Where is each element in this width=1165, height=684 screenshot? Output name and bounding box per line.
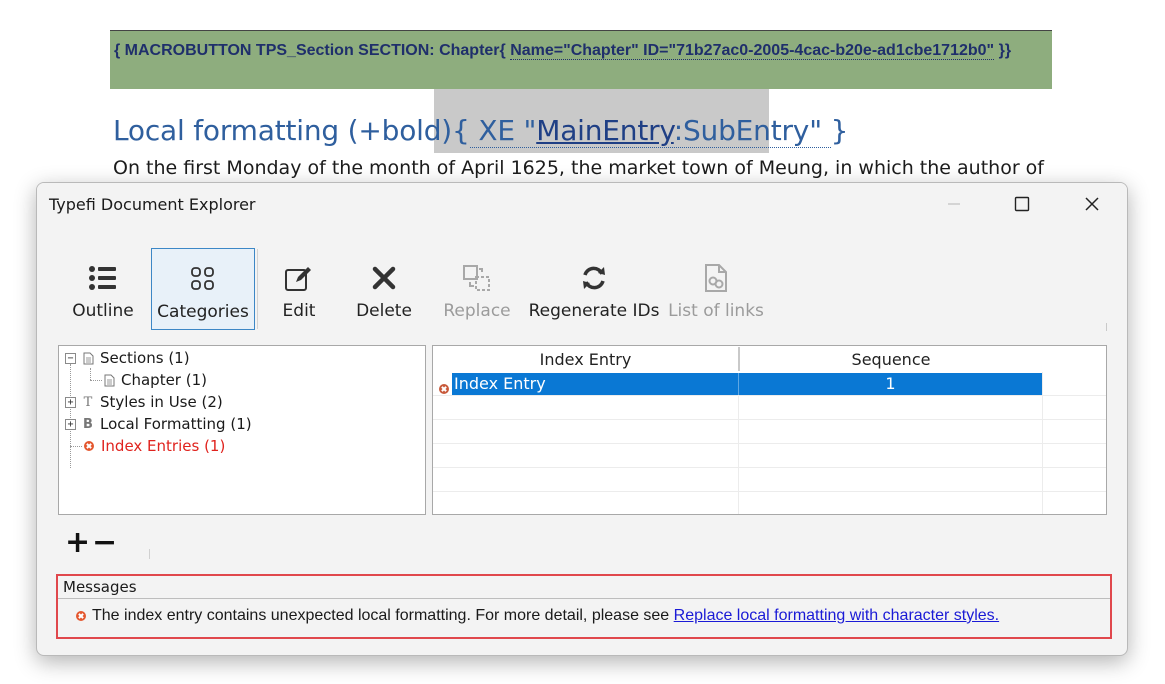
edit-label: Edit xyxy=(282,301,316,321)
help-link[interactable]: Replace local formatting with character … xyxy=(674,607,999,624)
tree-item-chapter[interactable]: Chapter (1) xyxy=(102,369,207,391)
categories-button[interactable]: Categories xyxy=(151,248,255,330)
outline-button[interactable]: Outline xyxy=(70,248,136,330)
table-row[interactable]: Index Entry 1 xyxy=(433,372,1106,396)
minimize-button[interactable] xyxy=(919,183,989,225)
xe-field[interactable]: XE "MainEntry:SubEntry" xyxy=(469,114,831,148)
message-line: The index entry contains unexpected loca… xyxy=(76,607,999,625)
bold-icon: B xyxy=(83,416,93,432)
categories-label: Categories xyxy=(157,302,249,322)
toolbar-resize-grip xyxy=(1106,323,1107,331)
document-paragraph: On the first Monday of the month of Apri… xyxy=(113,157,1044,179)
main-entry-text: MainEntry xyxy=(536,114,674,147)
tree-item-styles[interactable]: + T Styles in Use (2) xyxy=(65,391,223,413)
macro-field-value: Name="Chapter" ID="71b27ac0-2005-4cac-b2… xyxy=(510,42,995,60)
regenerate-ids-button[interactable]: Regenerate IDs xyxy=(529,248,659,330)
table-row xyxy=(433,444,1106,468)
error-icon xyxy=(82,441,96,451)
table-row xyxy=(433,420,1106,444)
field-open-brace: { xyxy=(452,114,470,147)
close-x-icon xyxy=(372,266,396,290)
column-header-index-entry[interactable]: Index Entry xyxy=(433,346,738,372)
outline-label: Outline xyxy=(72,301,134,321)
close-button[interactable] xyxy=(1057,183,1127,225)
grid-icon xyxy=(191,267,214,290)
category-tree[interactable]: − Sections (1) Chapter (1) + T Styles in… xyxy=(58,345,426,515)
table-row xyxy=(433,468,1106,492)
section-macro-field: { MACROBUTTON TPS_Section SECTION: Chapt… xyxy=(110,30,1052,89)
message-text: The index entry contains unexpected loca… xyxy=(92,607,674,624)
close-icon xyxy=(1085,197,1099,211)
replace-icon xyxy=(463,265,490,291)
index-entry-grid[interactable]: Index Entry Sequence Index Entry 1 xyxy=(432,345,1107,515)
dialog-title: Typefi Document Explorer xyxy=(49,195,256,214)
tree-item-label: Sections (1) xyxy=(100,349,190,367)
tree-item-index-entries[interactable]: Index Entries (1) xyxy=(82,435,225,457)
error-icon xyxy=(76,607,86,624)
list-of-links-button[interactable]: List of links xyxy=(668,248,764,330)
remove-button[interactable]: − xyxy=(92,528,117,558)
minimize-icon xyxy=(948,203,960,205)
refresh-icon xyxy=(583,266,605,290)
delete-label: Delete xyxy=(356,301,412,321)
messages-panel: Messages The index entry contains unexpe… xyxy=(56,574,1112,639)
sequence-cell: 1 xyxy=(885,374,896,393)
tree-item-sections[interactable]: − Sections (1) xyxy=(65,347,190,369)
edit-button[interactable]: Edit xyxy=(273,248,325,330)
expand-toggle[interactable]: + xyxy=(65,418,76,430)
error-icon xyxy=(439,378,449,397)
index-entry-cell: Index Entry xyxy=(454,374,546,393)
toolbar: Outline Categories Edit Delete Replace R… xyxy=(37,243,1127,335)
text-style-icon: T xyxy=(83,394,93,410)
tree-item-local-formatting[interactable]: + B Local Formatting (1) xyxy=(65,413,252,435)
document-heading[interactable]: Local formatting (+bold){ XE "MainEntry:… xyxy=(113,114,849,148)
table-row xyxy=(433,492,1106,514)
column-header-sequence[interactable]: Sequence xyxy=(740,346,1042,372)
macro-prefix: { MACROBUTTON TPS_Section SECTION: Chapt… xyxy=(114,42,511,59)
list-icon xyxy=(89,266,116,290)
messages-title: Messages xyxy=(63,578,137,596)
edit-icon xyxy=(285,267,311,291)
replace-label: Replace xyxy=(443,301,511,321)
collapse-toggle[interactable]: − xyxy=(65,352,76,364)
list-of-links-label: List of links xyxy=(668,301,764,321)
tree-item-label: Chapter (1) xyxy=(121,371,207,389)
replace-button[interactable]: Replace xyxy=(441,248,513,330)
delete-button[interactable]: Delete xyxy=(353,248,415,330)
tree-item-label: Index Entries (1) xyxy=(101,437,226,455)
maximize-icon xyxy=(1014,196,1030,212)
add-button[interactable]: + xyxy=(65,528,90,558)
document-explorer-dialog: Typefi Document Explorer Outline Categor… xyxy=(36,182,1128,656)
heading-text: Local formatting (+bold) xyxy=(113,114,453,147)
macro-suffix: }} xyxy=(994,42,1012,59)
tree-item-label: Styles in Use (2) xyxy=(100,393,223,411)
document-icon xyxy=(102,374,116,387)
title-bar: Typefi Document Explorer xyxy=(37,183,1127,225)
field-close-brace: } xyxy=(830,114,849,147)
document-icon xyxy=(81,352,95,365)
maximize-button[interactable] xyxy=(987,183,1057,225)
expand-toggle[interactable]: + xyxy=(65,396,76,408)
table-row xyxy=(433,396,1106,420)
grid-header: Index Entry Sequence xyxy=(433,346,1042,372)
sub-entry-text: :SubEntry xyxy=(673,114,810,147)
document-link-icon xyxy=(705,264,727,292)
tree-item-label: Local Formatting (1) xyxy=(100,415,252,433)
toolbar-separator xyxy=(257,249,258,329)
regenerate-ids-label: Regenerate IDs xyxy=(528,301,660,321)
